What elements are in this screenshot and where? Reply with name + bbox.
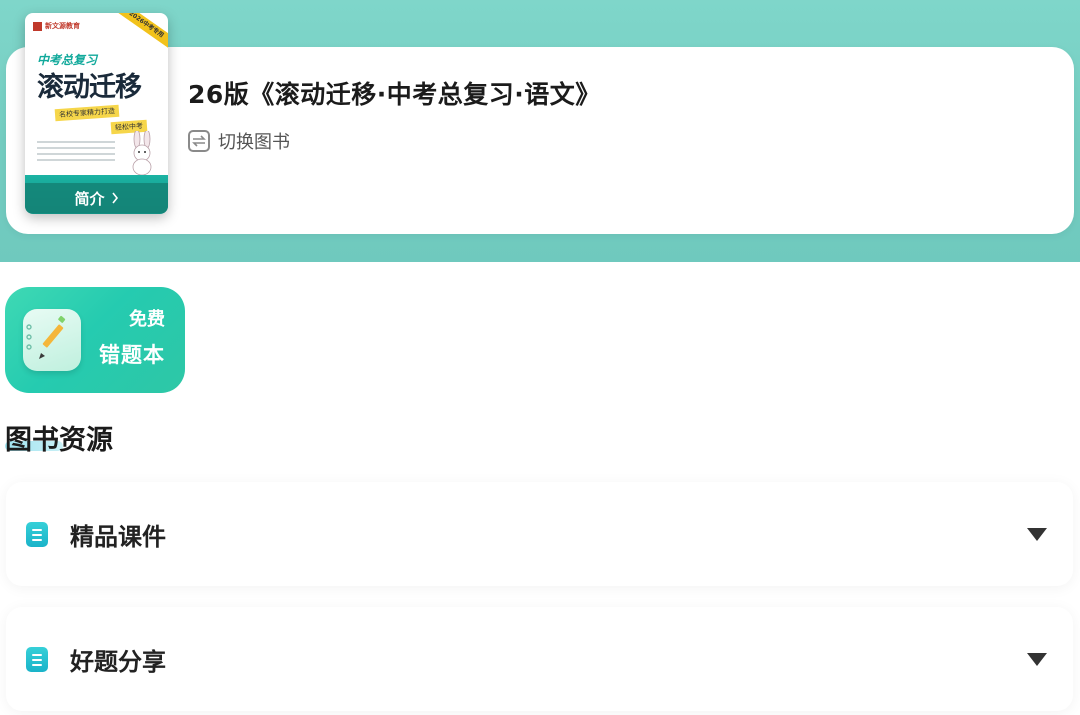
document-icon bbox=[26, 647, 48, 672]
rabbit-mascot-icon bbox=[132, 131, 152, 175]
cover-ribbon: 2026中考专用 bbox=[109, 13, 168, 53]
cover-publisher: 新文源教育 bbox=[33, 21, 80, 31]
section-title: 图书资源 bbox=[5, 425, 113, 456]
wrong-book-title: 错题本 bbox=[99, 343, 165, 367]
switch-icon bbox=[188, 130, 210, 152]
wrong-book-button[interactable]: 免费 错题本 bbox=[5, 287, 185, 393]
resource-item-label: 好题分享 bbox=[70, 648, 166, 676]
resource-item-label: 精品课件 bbox=[70, 523, 166, 551]
cover-text-lines bbox=[37, 141, 115, 165]
publisher-logo-icon bbox=[33, 21, 42, 31]
notebook-icon bbox=[23, 309, 81, 371]
document-icon bbox=[26, 522, 48, 547]
resource-item-good-questions[interactable]: 好题分享 bbox=[6, 607, 1073, 711]
book-title: 26版《滚动迁移·中考总复习·语文》 bbox=[188, 80, 601, 109]
wrong-book-badge: 免费 bbox=[129, 309, 165, 330]
chevron-down-icon[interactable] bbox=[1027, 528, 1047, 541]
switch-book-label: 切换图书 bbox=[218, 132, 290, 153]
switch-book-button[interactable]: 切换图书 bbox=[188, 128, 290, 154]
book-cover[interactable]: 新文源教育 2026中考专用 中考总复习 滚动迁移 名校专家精力打造 轻松中考 … bbox=[25, 13, 168, 214]
intro-button[interactable]: 简介 bbox=[25, 183, 168, 213]
chevron-right-icon bbox=[111, 192, 118, 204]
resource-item-courseware[interactable]: 精品课件 bbox=[6, 482, 1073, 586]
cover-slogan: 名校专家精力打造 bbox=[54, 104, 120, 122]
cover-main-title: 滚动迁移 bbox=[37, 72, 142, 103]
chevron-down-icon[interactable] bbox=[1027, 653, 1047, 666]
